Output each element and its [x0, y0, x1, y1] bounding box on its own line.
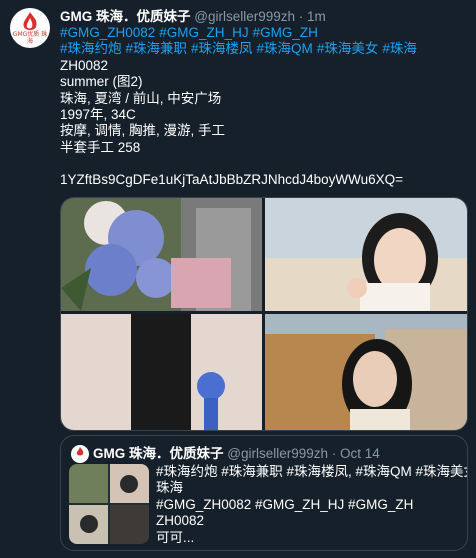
tweet-time[interactable]: 1m [307, 9, 326, 24]
hashtag-link[interactable]: #珠海楼凤 [191, 41, 253, 56]
avatar-logo-text: GMG优质 珠海 [12, 31, 48, 45]
tweet-header: GMG 珠海．优质妹子 @girlseller999zh · 1m [60, 8, 326, 26]
author-avatar[interactable]: GMG优质 珠海 [10, 8, 50, 48]
flame-logo-icon [76, 447, 84, 456]
hashtag-link[interactable]: #珠海美女 [317, 41, 379, 56]
quoted-snippet: 可可... [156, 529, 195, 545]
quoted-text: #珠海约炮 #珠海兼职 #珠海楼凤, #珠海QM #珠海美女 # 珠海 #GMG… [156, 464, 468, 546]
author-name[interactable]: GMG 珠海．优质妹子 [60, 9, 191, 24]
hashtag-row-1: #GMG_ZH0082 #GMG_ZH_HJ #GMG_ZH [60, 25, 465, 41]
quoted-media-thumbnail[interactable] [69, 464, 149, 544]
quoted-tags-line-1: #珠海约炮 #珠海兼职 #珠海楼凤, #珠海QM #珠海美女 # [156, 464, 468, 479]
author-handle[interactable]: @girlseller999zh [194, 9, 295, 24]
hashtag-link[interactable]: #GMG_ZH [253, 25, 318, 40]
quoted-tags-line-2: 珠海 [156, 480, 183, 496]
tweet-body: #GMG_ZH0082 #GMG_ZH_HJ #GMG_ZH #珠海约炮 #珠海兼职 #… [60, 25, 465, 189]
hashtag-link[interactable]: #珠海 [382, 41, 417, 56]
quoted-date[interactable]: Oct 14 [340, 446, 380, 461]
tweet-line-age: 1997年, 34C [60, 107, 136, 123]
quoted-author-handle[interactable]: @girlseller999zh [227, 446, 328, 461]
quoted-author-avatar[interactable] [71, 445, 89, 463]
tweet-line-name: summer (图2) [60, 74, 143, 90]
photo-4[interactable] [265, 314, 467, 430]
quoted-author-name[interactable]: GMG 珠海．优质妹子 [93, 446, 224, 461]
photo-2[interactable] [265, 198, 467, 311]
photo-grid [60, 197, 468, 431]
tweet-line-hash: 1YZftBs9CgDFe1uKjTaAtJbBbZRJNhcdJ4boyWWu… [60, 172, 404, 188]
separator-dot: · [298, 9, 304, 24]
photo-1[interactable] [61, 198, 262, 311]
hashtag-link[interactable]: #珠海兼职 [126, 41, 188, 56]
tweet[interactable]: GMG优质 珠海 GMG 珠海．优质妹子 @girlseller999zh · … [0, 0, 476, 558]
hashtag-row-2: #珠海约炮 #珠海兼职 #珠海楼凤 #珠海QM #珠海美女 #珠海 [60, 41, 465, 57]
hashtag-link[interactable]: #GMG_ZH0082 [60, 25, 155, 40]
quoted-header: GMG 珠海．优质妹子 @girlseller999zh · Oct 14 [93, 445, 380, 463]
tweet-line-price: 半套手工 258 [60, 139, 141, 155]
hashtag-link[interactable]: #GMG_ZH_HJ [159, 25, 248, 40]
quoted-separator-dot: · [331, 446, 337, 461]
quoted-tweet[interactable]: GMG 珠海．优质妹子 @girlseller999zh · Oct 14 #珠… [60, 435, 468, 551]
tweet-line-location: 珠海, 夏湾 / 前山, 中安广场 [60, 90, 222, 106]
quoted-code: ZH0082 [156, 513, 205, 529]
quoted-tags-line-3: #GMG_ZH0082 #GMG_ZH_HJ #GMG_ZH [156, 496, 414, 512]
tweet-line-code: ZH0082 [60, 57, 109, 73]
photo-3[interactable] [61, 314, 262, 430]
tweet-line-services: 按摩, 调情, 胸推, 漫游, 手工 [60, 123, 226, 139]
hashtag-link[interactable]: #珠海约炮 [60, 41, 122, 56]
hashtag-link[interactable]: #珠海QM [257, 41, 313, 56]
